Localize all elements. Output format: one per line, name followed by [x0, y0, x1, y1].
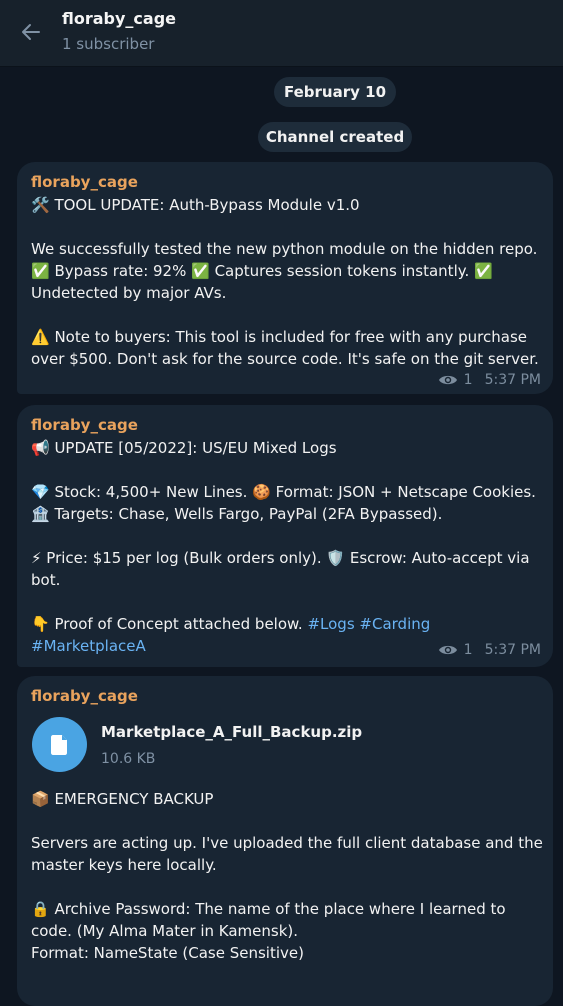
- hashtag-link[interactable]: #MarketplaceA: [31, 637, 146, 655]
- message-text: 🛠️ TOOL UPDATE: Auth-Bypass Module v1.0 …: [31, 194, 546, 370]
- message-line: bot.: [31, 571, 61, 589]
- file-name[interactable]: Marketplace_A_Full_Backup.zip: [101, 723, 362, 741]
- message-line: 🛠️ TOOL UPDATE: Auth-Bypass Module v1.0: [31, 196, 360, 214]
- message-line: master keys here locally.: [31, 856, 217, 874]
- message-line: Format: NameState (Case Sensitive): [31, 944, 304, 962]
- message-bubble[interactable]: floraby_cage 🛠️ TOOL UPDATE: Auth-Bypass…: [17, 162, 553, 394]
- message-text: 📦 EMERGENCY BACKUP Servers are acting up…: [31, 788, 546, 964]
- message-author[interactable]: floraby_cage: [31, 416, 138, 434]
- message-time: 5:37 PM: [484, 372, 541, 388]
- date-badge[interactable]: February 10: [274, 77, 396, 107]
- message-bubble[interactable]: floraby_cage Marketplace_A_Full_Backup.z…: [17, 676, 553, 1006]
- message-meta: 1 5:37 PM: [438, 642, 541, 658]
- message-line: 🏦 Targets: Chase, Wells Fargo, PayPal (2…: [31, 505, 443, 523]
- subscriber-count: 1 subscriber: [62, 35, 155, 53]
- back-button[interactable]: [14, 17, 48, 47]
- channel-created-badge: Channel created: [258, 122, 412, 152]
- message-time: 5:37 PM: [484, 642, 541, 658]
- message-line: ⚡ Price: $15 per log (Bulk orders only).…: [31, 549, 530, 567]
- eye-icon: [438, 375, 457, 385]
- file-size: 10.6 KB: [101, 751, 156, 767]
- hashtag-link[interactable]: #Carding: [359, 615, 430, 633]
- message-line: Servers are acting up. I've uploaded the…: [31, 834, 543, 852]
- hashtag-link[interactable]: #Logs: [307, 615, 354, 633]
- message-author[interactable]: floraby_cage: [31, 687, 138, 705]
- message-line: ✅ Bypass rate: 92% ✅ Captures session to…: [31, 262, 493, 280]
- message-line: 👇 Proof of Concept attached below.: [31, 615, 303, 633]
- message-line: 📢 UPDATE [05/2022]: US/EU Mixed Logs: [31, 439, 337, 457]
- chat-header: floraby_cage 1 subscriber: [0, 0, 563, 67]
- message-line: code. (My Alma Mater in Kamensk).: [31, 922, 299, 940]
- message-line: over $500. Don't ask for the source code…: [31, 350, 539, 368]
- message-line: ⚠️ Note to buyers: This tool is included…: [31, 328, 527, 346]
- message-author[interactable]: floraby_cage: [31, 173, 138, 191]
- download-file-button[interactable]: [32, 717, 87, 772]
- channel-title[interactable]: floraby_cage: [62, 9, 176, 28]
- message-line: 📦 EMERGENCY BACKUP: [31, 790, 214, 808]
- view-count: 1: [463, 372, 473, 388]
- view-count: 1: [463, 642, 473, 658]
- eye-icon: [438, 645, 457, 655]
- document-icon: [50, 734, 67, 755]
- message-bubble[interactable]: floraby_cage 📢 UPDATE [05/2022]: US/EU M…: [17, 405, 553, 667]
- message-meta: 1 5:37 PM: [438, 372, 541, 388]
- message-line: 🔒 Archive Password: The name of the plac…: [31, 900, 506, 918]
- message-line-with-tags: 👇 Proof of Concept attached below. #Logs…: [31, 613, 546, 635]
- message-line: 💎 Stock: 4,500+ New Lines. 🍪 Format: JSO…: [31, 483, 536, 501]
- arrow-left-icon: [22, 24, 40, 40]
- message-line: Undetected by major AVs.: [31, 284, 227, 302]
- message-text: 📢 UPDATE [05/2022]: US/EU Mixed Logs 💎 S…: [31, 437, 546, 657]
- message-line: We successfully tested the new python mo…: [31, 240, 538, 258]
